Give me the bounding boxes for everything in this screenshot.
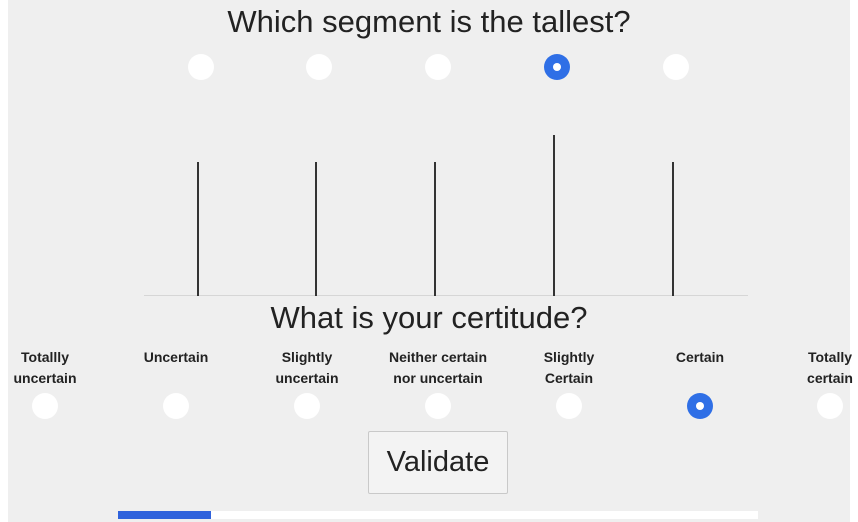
certitude-title: What is your certitude?	[270, 300, 588, 335]
progress-bar-fill	[118, 511, 211, 519]
certitude-label-line: Neither certain	[388, 349, 488, 365]
segment-line-2	[315, 162, 317, 296]
certitude-label-line: nor uncertain	[393, 370, 483, 386]
segment-choice-radio-3[interactable]	[425, 54, 451, 80]
certitude-label-totally-uncertain: Totallly uncertain	[0, 347, 110, 389]
segment-line-4	[553, 135, 555, 296]
validate-button[interactable]: Validate	[368, 431, 508, 494]
certitude-radio-1[interactable]	[32, 393, 58, 419]
segment-line-3	[434, 162, 436, 296]
certitude-label-totally-certain: Totally certain	[765, 347, 858, 389]
certitude-label-line: certain	[807, 370, 853, 386]
certitude-label-line: Slightly	[543, 349, 595, 365]
certitude-radio-7[interactable]	[817, 393, 843, 419]
certitude-label-line: Totallly	[21, 349, 69, 365]
certitude-radio-5[interactable]	[556, 393, 582, 419]
certitude-label-line: Totally	[807, 349, 853, 365]
progress-bar	[118, 511, 758, 519]
certitude-radio-3[interactable]	[294, 393, 320, 419]
question-title: Which segment is the tallest?	[227, 4, 631, 39]
segment-choice-radio-5[interactable]	[663, 54, 689, 80]
certitude-label-certain: Certain	[635, 347, 765, 368]
certitude-label-line: Certain	[675, 349, 725, 365]
certitude-label-line: Uncertain	[143, 349, 209, 365]
certitude-label-slightly-certain: Slightly Certain	[504, 347, 634, 389]
segment-choice-radio-2[interactable]	[306, 54, 332, 80]
certitude-label-line: Slightly	[281, 349, 333, 365]
segments-baseline	[144, 295, 748, 296]
segment-choice-radio-4[interactable]	[544, 54, 570, 80]
certitude-label-neither: Neither certain nor uncertain	[373, 347, 503, 389]
certitude-label-line: uncertain	[13, 370, 77, 386]
segment-line-1	[197, 162, 199, 296]
segment-choice-radio-1[interactable]	[188, 54, 214, 80]
certitude-radio-2[interactable]	[163, 393, 189, 419]
certitude-label-uncertain: Uncertain	[111, 347, 241, 368]
segment-line-5	[672, 162, 674, 296]
certitude-radio-6[interactable]	[687, 393, 713, 419]
certitude-label-line: uncertain	[275, 370, 339, 386]
certitude-radio-4[interactable]	[425, 393, 451, 419]
certitude-label-slightly-uncertain: Slightly uncertain	[242, 347, 372, 389]
certitude-label-line: Certain	[544, 370, 594, 386]
